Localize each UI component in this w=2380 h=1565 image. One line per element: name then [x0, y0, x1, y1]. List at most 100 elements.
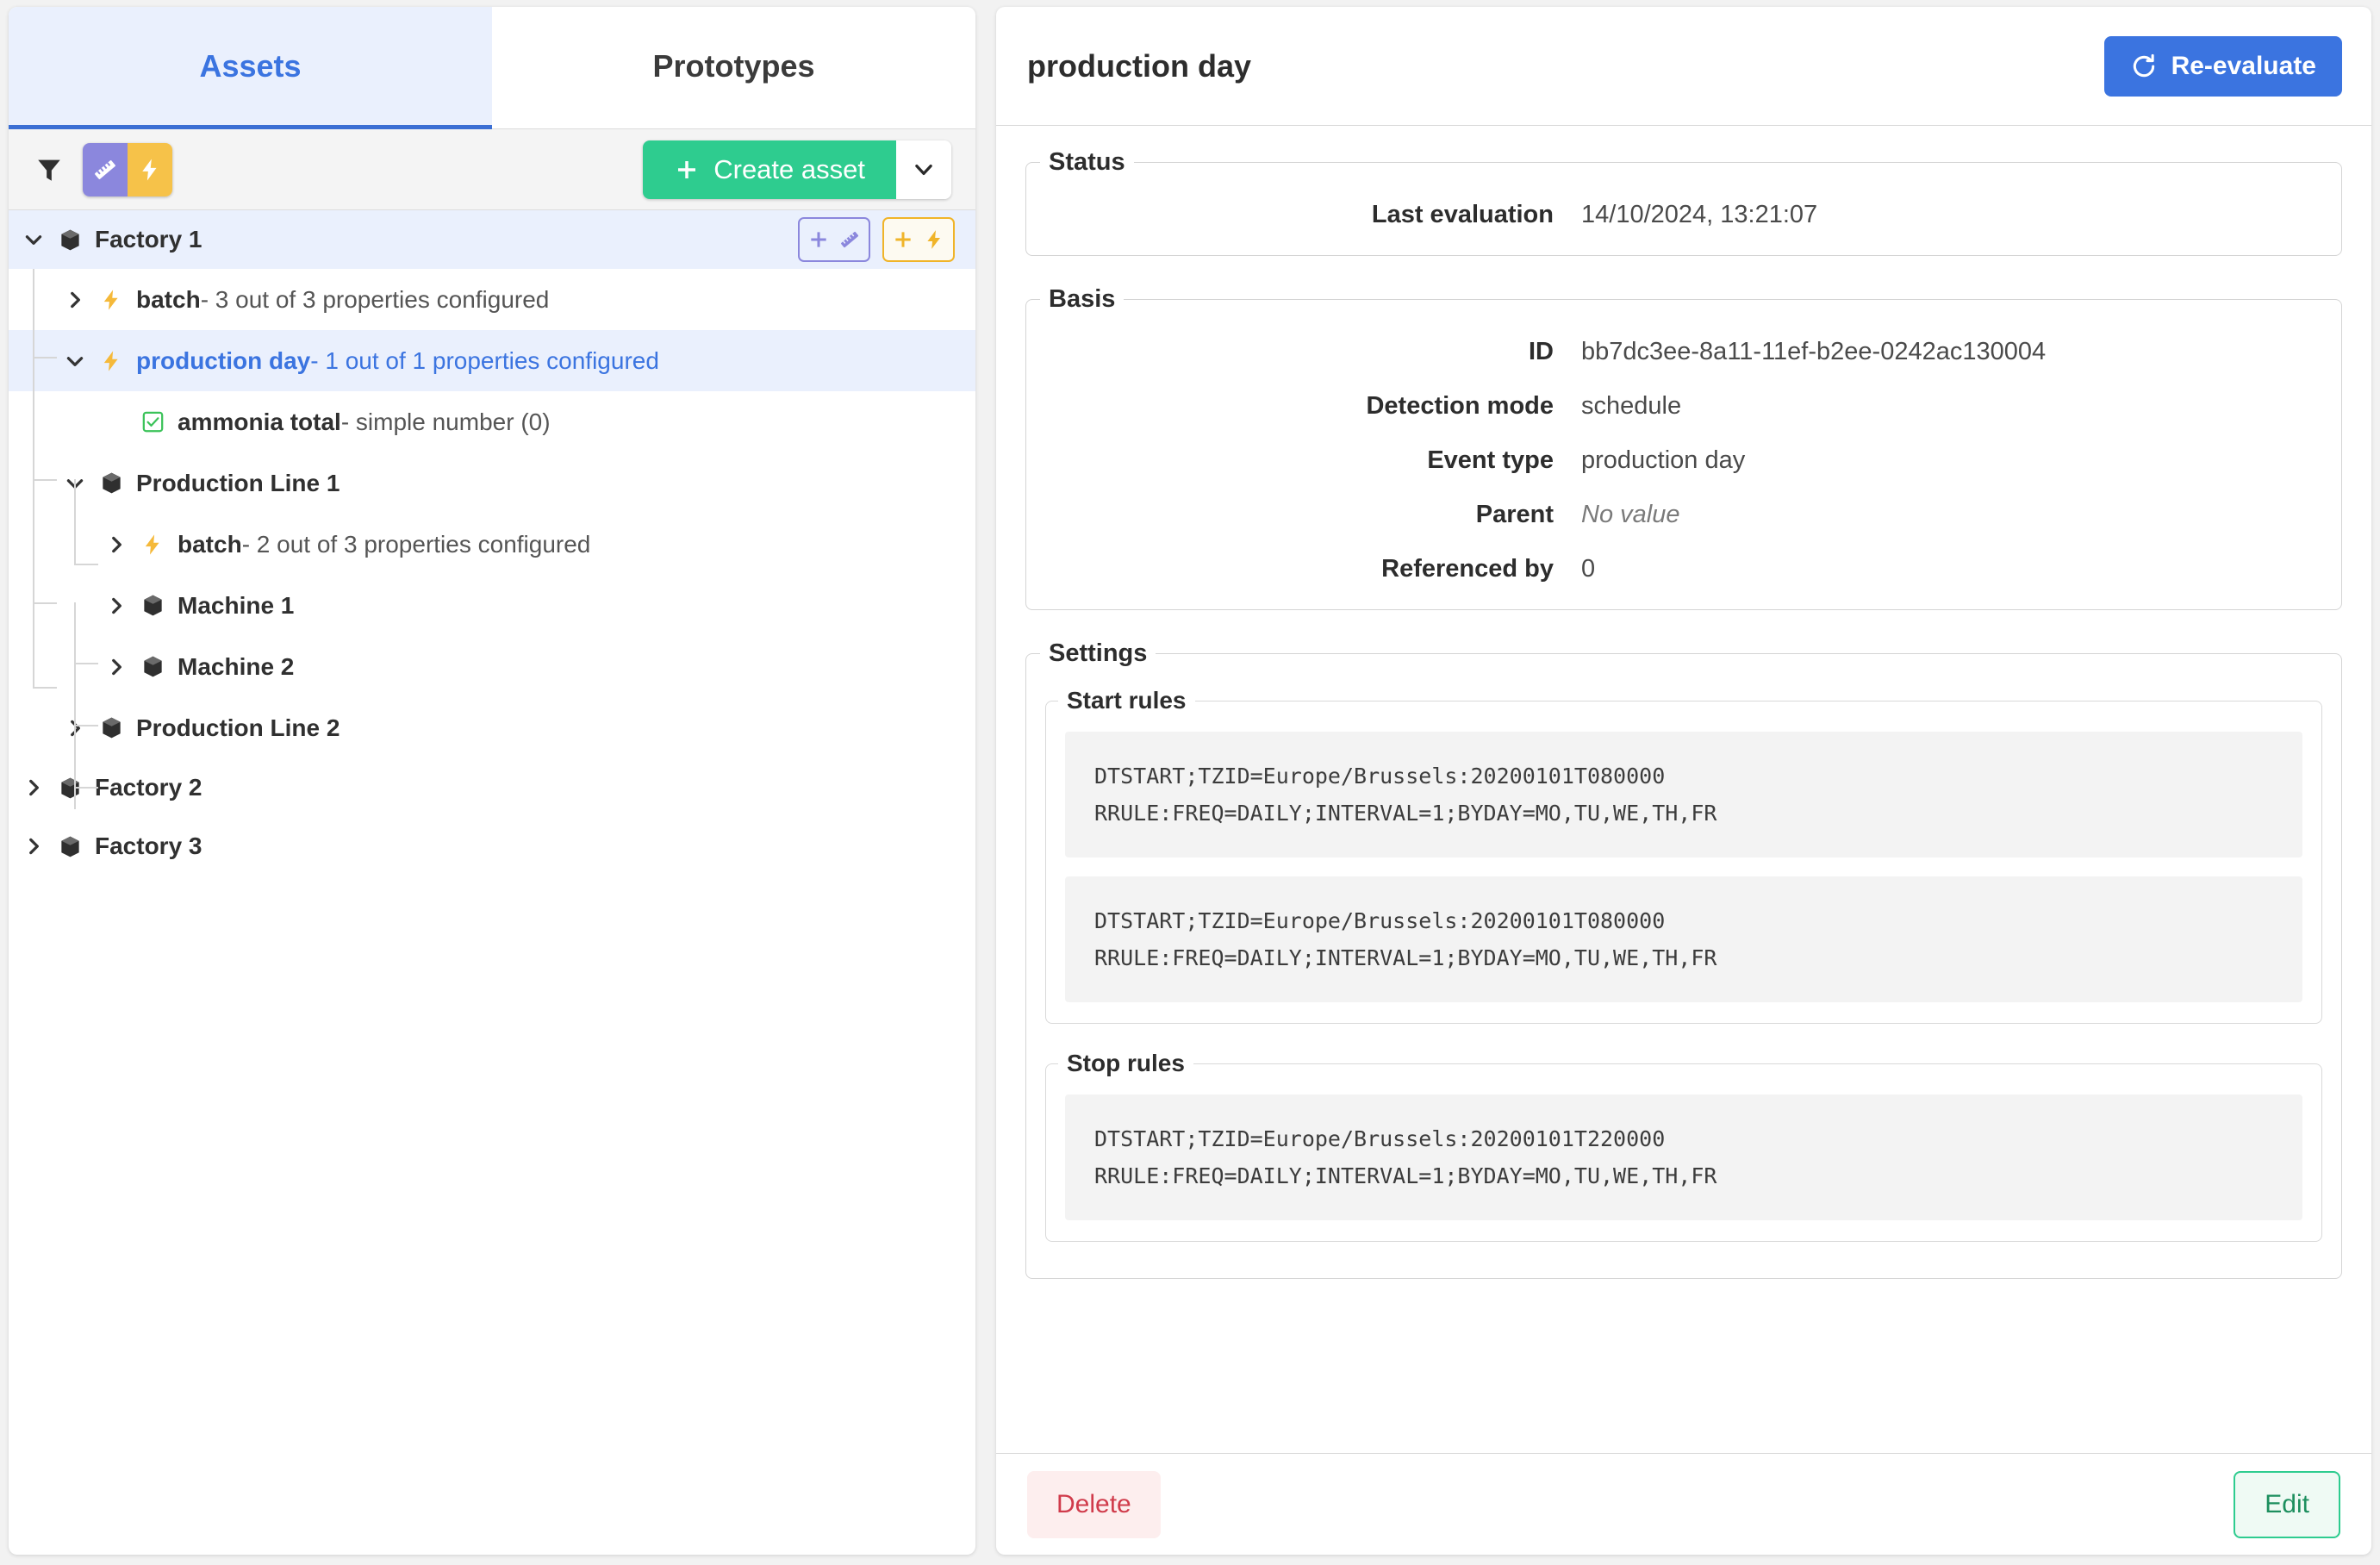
chevron-right-icon[interactable]	[62, 287, 88, 313]
tree-node-production-line-2[interactable]: Production Line 2	[9, 697, 975, 758]
settings-section: Settings Start rules DTSTART;TZID=Europe…	[1025, 639, 2342, 1279]
chevron-right-icon[interactable]	[103, 532, 129, 558]
detail-header: production day Re-evaluate	[996, 7, 2371, 126]
filter-events-toggle[interactable]	[128, 142, 172, 196]
tab-assets-label: Assets	[199, 47, 302, 84]
basis-section: Basis ID bb7dc3ee-8a11-11ef-b2ee-0242ac1…	[1025, 285, 2342, 610]
stop-rules-blocks: DTSTART;TZID=Europe/Brussels:20200101T22…	[1046, 1077, 2321, 1241]
chevron-right-icon[interactable]	[103, 593, 129, 619]
start-rules-blocks: DTSTART;TZID=Europe/Brussels:20200101T08…	[1046, 714, 2321, 1023]
lightning-icon	[97, 285, 126, 315]
tree-node-label: Production Line 2	[136, 714, 340, 741]
event-type-value: production day	[1581, 446, 1746, 474]
tree-guide-line	[74, 602, 76, 809]
app-root: Assets Prototypes Create asset Factory 1…	[0, 0, 2380, 1565]
chevron-down-icon[interactable]	[62, 348, 88, 374]
last-evaluation-value: 14/10/2024, 13:21:07	[1581, 201, 1818, 228]
rule-code-block: DTSTART;TZID=Europe/Brussels:20200101T08…	[1065, 732, 2302, 857]
tree-guide-line	[74, 479, 76, 565]
cube-icon	[138, 591, 167, 620]
checkbox-checked-icon	[138, 408, 167, 437]
settings-inner: Start rules DTSTART;TZID=Europe/Brussels…	[1026, 668, 2341, 1278]
field-row: Last evaluation 14/10/2024, 13:21:07	[1047, 201, 2321, 229]
delete-button[interactable]: Delete	[1027, 1470, 1161, 1538]
tree-node-label: batch	[136, 285, 201, 313]
tree-node-description: - 2 out of 3 properties configured	[241, 530, 591, 558]
status-section: Status Last evaluation 14/10/2024, 13:21…	[1025, 148, 2342, 256]
tree-node-machine-2[interactable]: Machine 2	[9, 636, 975, 697]
parent-value: No value	[1581, 501, 1680, 528]
plus-icon	[811, 232, 826, 247]
tree-node-factory-3[interactable]: Factory 3	[9, 817, 975, 876]
tree-node-label: Machine 1	[178, 591, 295, 619]
tree-node-production-line-1[interactable]: Production Line 1	[9, 452, 975, 514]
referenced-by-value: 0	[1581, 555, 1596, 583]
tree-node-ammonia-total[interactable]: ammonia total - simple number (0)	[9, 391, 975, 452]
field-row: Event type production day	[1047, 446, 2321, 475]
detail-footer: Delete Edit	[996, 1453, 2371, 1555]
field-row: Referenced by 0	[1047, 555, 2321, 583]
chevron-right-icon[interactable]	[21, 775, 47, 801]
add-event-button[interactable]	[882, 217, 955, 262]
start-rules-legend: Start rules	[1067, 687, 1187, 714]
tree-node-label: Factory 3	[95, 832, 202, 859]
tab-assets[interactable]: Assets	[9, 7, 492, 129]
tree-node-description: - 1 out of 1 properties configured	[310, 346, 659, 374]
panel-tabs: Assets Prototypes	[9, 7, 975, 129]
tree-node-label: Factory 2	[95, 774, 202, 801]
edit-button[interactable]: Edit	[2234, 1470, 2340, 1538]
chevron-down-icon[interactable]	[21, 227, 47, 253]
create-asset-button[interactable]: Create asset	[643, 140, 896, 199]
funnel-icon[interactable]	[34, 155, 64, 184]
status-legend: Status	[1049, 148, 1125, 176]
tree-guide-line	[33, 357, 57, 359]
assets-panel: Assets Prototypes Create asset Factory 1…	[9, 7, 975, 1555]
plus-icon	[678, 160, 696, 178]
asset-tree[interactable]: Factory 1 batch - 3 out of 3 properties c…	[9, 210, 975, 1555]
plus-icon	[895, 232, 911, 247]
create-asset-dropdown-button[interactable]	[896, 140, 951, 199]
tree-guide-line	[74, 663, 98, 664]
rule-code-block: DTSTART;TZID=Europe/Brussels:20200101T22…	[1065, 1094, 2302, 1220]
create-asset-label: Create asset	[713, 153, 865, 184]
assets-toolbar: Create asset	[9, 129, 975, 210]
filter-measurements-toggle[interactable]	[83, 142, 128, 196]
basis-legend: Basis	[1049, 285, 1116, 313]
tree-node-machine-1[interactable]: Machine 1	[9, 575, 975, 636]
tree-node-factory-1-batch[interactable]: batch - 3 out of 3 properties configured	[9, 269, 975, 330]
id-value: bb7dc3ee-8a11-11ef-b2ee-0242ac130004	[1581, 338, 2047, 365]
ruler-icon	[841, 231, 859, 248]
tab-prototypes[interactable]: Prototypes	[492, 7, 975, 129]
tree-node-label: Production Line 1	[136, 469, 340, 496]
cube-icon	[55, 832, 84, 861]
chevron-right-icon[interactable]	[21, 833, 47, 859]
tree-guide-line	[33, 269, 34, 687]
cube-icon	[138, 652, 167, 682]
field-row: ID bb7dc3ee-8a11-11ef-b2ee-0242ac130004	[1047, 338, 2321, 366]
chevron-down-icon	[915, 164, 932, 175]
referenced-by-label: Referenced by	[1381, 555, 1554, 583]
stop-rules-legend: Stop rules	[1067, 1050, 1185, 1076]
lightning-icon	[138, 530, 167, 559]
cube-icon	[97, 469, 126, 498]
tree-node-factory-2[interactable]: Factory 2	[9, 758, 975, 817]
refresh-icon	[2133, 53, 2154, 77]
re-evaluate-label: Re-evaluate	[2171, 51, 2316, 80]
start-rules-section: Start rules DTSTART;TZID=Europe/Brussels…	[1045, 687, 2322, 1024]
cube-icon	[55, 225, 84, 254]
tree-node-description: - simple number (0)	[340, 408, 551, 435]
tree-node-production-day[interactable]: production day - 1 out of 1 properties c…	[9, 330, 975, 391]
tree-guide-line	[33, 479, 57, 481]
tree-node-factory-1[interactable]: Factory 1	[9, 210, 975, 269]
tree-guide-line	[74, 725, 98, 726]
re-evaluate-button[interactable]: Re-evaluate	[2103, 35, 2342, 97]
rule-code-block: DTSTART;TZID=Europe/Brussels:20200101T08…	[1065, 876, 2302, 1002]
detection-mode-label: Detection mode	[1366, 392, 1554, 420]
add-measurement-button[interactable]	[798, 217, 870, 262]
tree-node-label: Machine 2	[178, 652, 295, 680]
chevron-right-icon[interactable]	[103, 654, 129, 680]
tree-node-label: ammonia total	[178, 408, 341, 435]
tree-node-label: production day	[136, 346, 311, 374]
tree-node-pl1-batch[interactable]: batch - 2 out of 3 properties configured	[9, 514, 975, 575]
id-label: ID	[1529, 338, 1554, 365]
